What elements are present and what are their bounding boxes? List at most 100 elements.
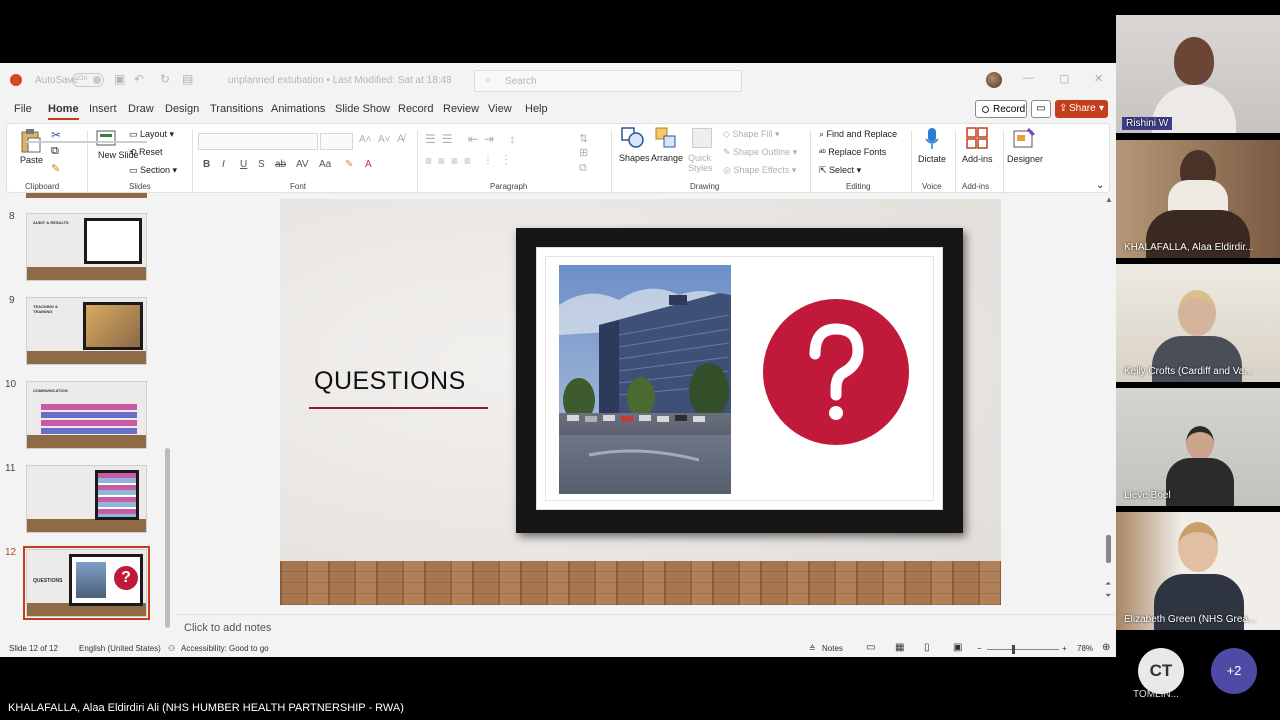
more-participants-button[interactable]: +2 bbox=[1211, 648, 1257, 694]
underline-icon[interactable]: U bbox=[240, 159, 247, 170]
grow-font-icon[interactable]: A˄ bbox=[359, 134, 372, 145]
thumbnail-slide-10[interactable]: COMMUNICATION bbox=[26, 381, 147, 449]
shape-fill-button[interactable]: ◇ Shape Fill ▾ bbox=[723, 129, 779, 140]
share-button[interactable]: ⇪ Share ▾ bbox=[1055, 100, 1108, 118]
italic-icon[interactable]: I bbox=[222, 159, 225, 170]
zoom-in-icon[interactable]: + bbox=[1062, 644, 1067, 653]
paste-label[interactable]: Paste bbox=[20, 155, 43, 165]
scrollbar-thumb[interactable] bbox=[1106, 535, 1111, 563]
comments-button[interactable]: ▭ bbox=[1031, 100, 1051, 118]
copy-icon[interactable]: ⧉ bbox=[51, 145, 59, 158]
maximize-icon[interactable]: ▢ bbox=[1059, 72, 1069, 85]
quick-styles-icon[interactable] bbox=[692, 128, 712, 148]
tab-slide-show[interactable]: Slide Show bbox=[335, 103, 390, 115]
zoom-slider-thumb[interactable] bbox=[1012, 645, 1015, 654]
slide-sorter-icon[interactable]: ▦ bbox=[895, 642, 904, 653]
participant-tile[interactable]: Kelly Crofts (Cardiff and Va... bbox=[1116, 264, 1280, 382]
tab-review[interactable]: Review bbox=[443, 103, 479, 115]
font-name-box[interactable] bbox=[198, 133, 318, 150]
tab-animations[interactable]: Animations bbox=[271, 103, 325, 115]
shapes-icon[interactable] bbox=[621, 127, 645, 149]
shrink-font-icon[interactable]: A˅ bbox=[378, 134, 391, 145]
smartart-icon[interactable]: ⧉ bbox=[579, 162, 587, 175]
collapse-ribbon-icon[interactable]: ⌄ bbox=[1096, 180, 1104, 191]
slideshow-icon[interactable]: ▣ bbox=[953, 642, 962, 653]
thumbnail-slide-8[interactable]: AUDIT & RESULTS bbox=[26, 213, 147, 281]
save-icon[interactable]: ▣ bbox=[114, 72, 125, 86]
previous-slide-icon[interactable]: ⏶ bbox=[1105, 579, 1111, 589]
thumbnail-slide-12[interactable]: QUESTIONS ? bbox=[23, 546, 150, 620]
spacing-icon[interactable]: AV bbox=[296, 159, 309, 170]
account-avatar[interactable] bbox=[986, 72, 1002, 88]
shape-outline-button[interactable]: ✎ Shape Outline ▾ bbox=[723, 147, 797, 158]
zoom-out-icon[interactable]: − bbox=[977, 644, 982, 653]
zoom-level[interactable]: 78% bbox=[1077, 644, 1093, 653]
current-slide[interactable]: QUESTIONS bbox=[280, 199, 1001, 605]
format-painter-icon[interactable]: ✎ bbox=[51, 162, 60, 175]
next-slide-icon[interactable]: ⏷ bbox=[1105, 591, 1111, 601]
tab-view[interactable]: View bbox=[488, 103, 512, 115]
tab-design[interactable]: Design bbox=[165, 103, 199, 115]
highlight-icon[interactable]: ✎ bbox=[345, 159, 353, 170]
clear-format-icon[interactable]: A̸ bbox=[397, 133, 404, 145]
shadow-icon[interactable]: S bbox=[258, 159, 265, 170]
layout-button[interactable]: ▭ Layout ▾ bbox=[129, 129, 174, 140]
language-status[interactable]: English (United States) bbox=[79, 644, 161, 653]
accessibility-icon[interactable]: ⚇ bbox=[168, 644, 175, 653]
participant-initials-avatar[interactable]: CT bbox=[1138, 648, 1184, 694]
align-text-icon[interactable]: ⊞ bbox=[579, 146, 588, 159]
slide-title[interactable]: QUESTIONS bbox=[314, 367, 466, 396]
strikethrough-icon[interactable]: ab bbox=[275, 159, 286, 170]
undo-icon[interactable]: ↶ bbox=[134, 72, 144, 86]
case-icon[interactable]: Aa bbox=[319, 159, 331, 170]
picture-frame[interactable] bbox=[516, 228, 963, 533]
shapes-label[interactable]: Shapes bbox=[619, 153, 650, 163]
scroll-up-icon[interactable]: ▲ bbox=[1105, 195, 1113, 204]
redo-icon[interactable]: ↻ bbox=[160, 72, 170, 86]
quick-styles-label[interactable]: Quick Styles bbox=[688, 153, 720, 173]
replace-fonts-button[interactable]: ᵃᵇ Replace Fonts bbox=[819, 147, 886, 157]
zoom-slider[interactable] bbox=[987, 649, 1059, 650]
find-replace-button[interactable]: ⌕ Find and Replace bbox=[819, 129, 897, 140]
tab-help[interactable]: Help bbox=[525, 103, 548, 115]
notes-icon[interactable]: ≙ bbox=[809, 644, 816, 653]
minimize-icon[interactable]: — bbox=[1023, 72, 1034, 84]
addins-label[interactable]: Add-ins bbox=[962, 154, 993, 164]
notes-placeholder[interactable]: Click to add notes bbox=[184, 622, 271, 634]
section-button[interactable]: ▭ Section ▾ bbox=[129, 165, 177, 176]
arrange-label[interactable]: Arrange bbox=[651, 153, 683, 163]
autosave-toggle[interactable]: On bbox=[72, 73, 104, 87]
participant-tile[interactable]: Lieve Boel bbox=[1116, 388, 1280, 506]
thumbnail-slide-11[interactable] bbox=[26, 465, 147, 533]
designer-label[interactable]: Designer bbox=[1007, 154, 1043, 164]
scrollbar-thumb[interactable] bbox=[165, 448, 170, 628]
tab-transitions[interactable]: Transitions bbox=[210, 103, 263, 115]
list-icons[interactable]: ☰☰ ⇤⇥ ↕ bbox=[425, 132, 521, 146]
cut-icon[interactable]: ✂ bbox=[51, 128, 61, 142]
notes-pane[interactable]: Click to add notes bbox=[176, 614, 1116, 640]
font-color-icon[interactable]: A bbox=[365, 159, 372, 170]
record-button[interactable]: Record bbox=[975, 100, 1027, 118]
tab-insert[interactable]: Insert bbox=[89, 103, 117, 115]
tab-file[interactable]: File bbox=[14, 103, 32, 115]
reading-view-icon[interactable]: ▯ bbox=[924, 642, 930, 653]
shape-effects-button[interactable]: ◎ Shape Effects ▾ bbox=[723, 165, 796, 176]
reset-button[interactable]: ⟲ Reset bbox=[129, 147, 163, 158]
font-size-box[interactable] bbox=[320, 133, 353, 150]
microphone-icon[interactable] bbox=[924, 127, 940, 151]
normal-view-icon[interactable]: ▭ bbox=[866, 642, 875, 653]
dictate-label[interactable]: Dictate bbox=[918, 154, 946, 164]
participant-tile[interactable]: Rishini W bbox=[1116, 15, 1280, 133]
notes-toggle[interactable]: Notes bbox=[822, 644, 843, 653]
present-icon[interactable]: ▤ bbox=[182, 72, 193, 86]
hospital-building-photo[interactable] bbox=[559, 265, 731, 494]
arrange-icon[interactable] bbox=[655, 127, 679, 149]
slide-scrollbar[interactable]: ▲ ⏶ ⏷ bbox=[1104, 195, 1114, 613]
align-icons[interactable]: ≡≡≡≡ ⫶ ⋮ bbox=[425, 154, 514, 169]
addins-icon[interactable] bbox=[966, 127, 988, 149]
new-slide-icon[interactable] bbox=[96, 128, 118, 148]
participant-tile[interactable]: KHALAFALLA, Alaa Eldirdir... bbox=[1116, 140, 1280, 258]
accessibility-status[interactable]: Accessibility: Good to go bbox=[181, 644, 269, 653]
designer-icon[interactable] bbox=[1013, 127, 1037, 149]
search-box[interactable]: ⌕ Search bbox=[474, 70, 742, 92]
